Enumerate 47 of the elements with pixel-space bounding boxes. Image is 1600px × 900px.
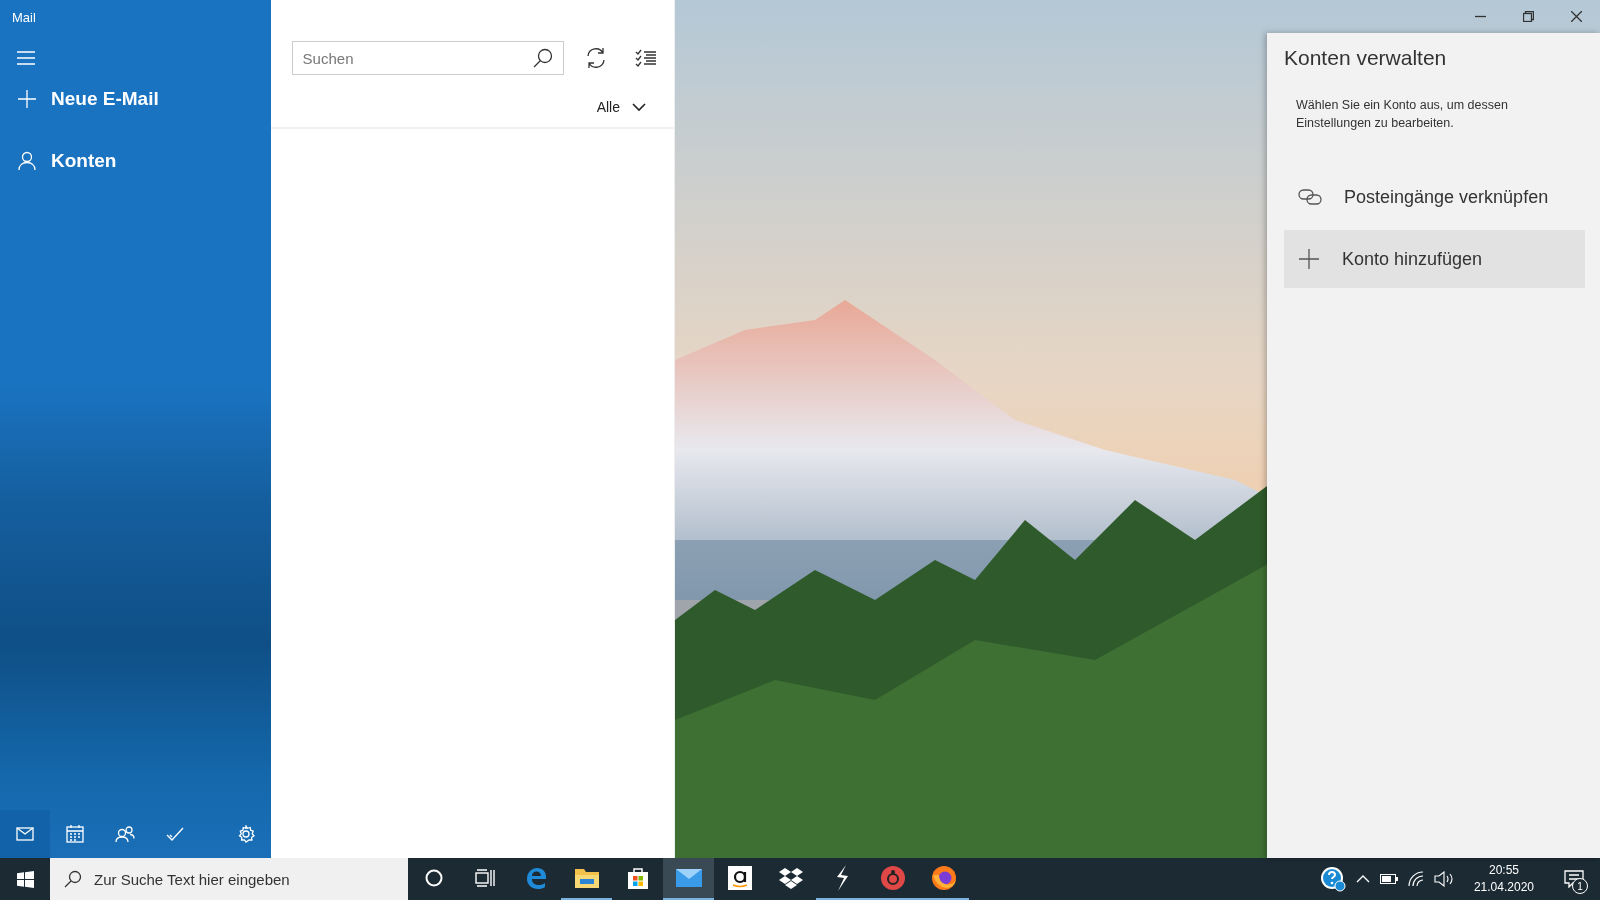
message-icon [1564, 870, 1584, 888]
restore-icon [1522, 11, 1534, 22]
chevron-down-icon [632, 102, 646, 112]
person-icon [17, 151, 37, 171]
flyout-action[interactable]: Konto hinzufügen [1284, 230, 1585, 288]
help-icon [1319, 866, 1346, 892]
circle-icon [424, 869, 443, 887]
flyout-action[interactable]: Posteingänge verknüpfen [1284, 168, 1585, 226]
plus-icon [1298, 248, 1320, 270]
sidebar-item[interactable]: Neue E-Mail [0, 68, 271, 130]
nav-button[interactable] [0, 810, 50, 858]
wifi-icon [1407, 871, 1424, 887]
battery-icon [1379, 874, 1398, 884]
settings-icon [236, 825, 255, 843]
plus-icon [17, 89, 37, 109]
flyout-description: Wählen Sie ein Konto aus, um dessen Einstellungen zu bearbeiten. [1296, 97, 1509, 132]
clock[interactable]: 20:55 21.04.2020 [1463, 862, 1544, 896]
taskbar-search-field[interactable]: Zur Suche Text hier eingeben [50, 858, 408, 900]
checklist-icon [634, 49, 657, 67]
firefox-icon [930, 865, 957, 891]
link-icon [1298, 188, 1322, 206]
search-icon [532, 48, 553, 68]
search-field[interactable]: Suchen [291, 41, 564, 75]
folder-icon [573, 867, 600, 889]
calendar-icon [66, 825, 84, 843]
task-view-icon [474, 869, 495, 887]
app-title: Mail [12, 10, 36, 25]
menu-button[interactable] [17, 50, 35, 68]
envelope-icon [675, 869, 702, 887]
letter-a-tile-icon [727, 866, 752, 890]
store-bag-icon [625, 866, 650, 890]
sync-icon [584, 47, 607, 69]
search-icon [64, 870, 82, 888]
dropbox-icon [777, 867, 804, 889]
flyout-title: Konten verwalten [1284, 46, 1447, 69]
filter-dropdown[interactable]: Alle [590, 95, 652, 119]
people-icon [115, 825, 135, 843]
sidebar-item[interactable]: Konten [0, 130, 271, 192]
chevron-up-icon [1355, 875, 1370, 883]
mail-icon [16, 827, 34, 841]
volume-icon [1433, 871, 1454, 887]
round-app-icon [879, 865, 906, 891]
notification-button[interactable]: 1 [1554, 858, 1594, 900]
menu-icon [17, 50, 35, 65]
check-icon [166, 826, 184, 842]
windows-icon [16, 870, 34, 888]
close-icon [1570, 11, 1582, 22]
